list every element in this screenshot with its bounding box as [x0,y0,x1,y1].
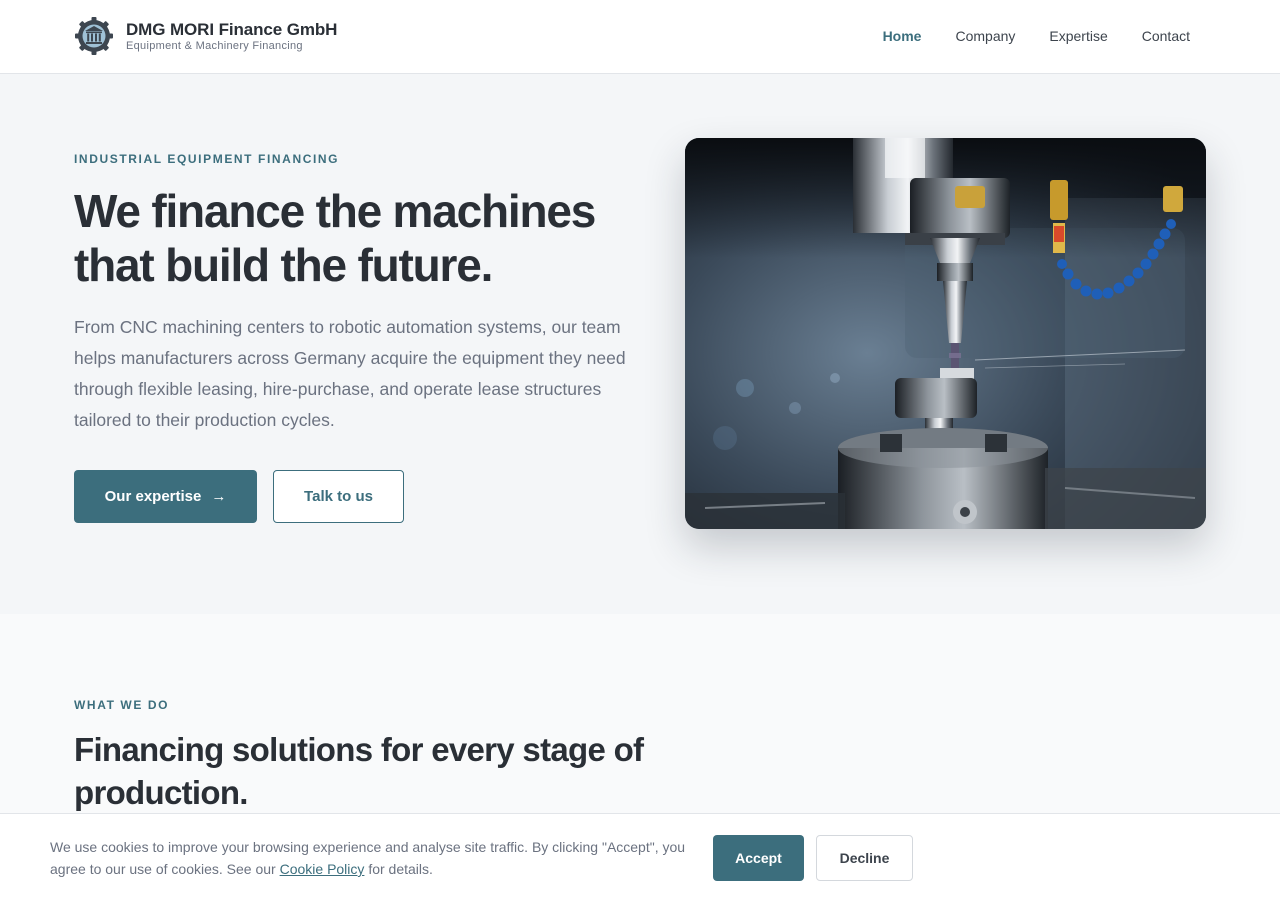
talk-to-us-button[interactable]: Talk to us [273,470,404,523]
hero-title: We finance the machines that build the f… [74,185,596,291]
arrow-right-icon: → [211,488,227,505]
main-nav: Home Company Expertise Contact [883,27,1190,45]
section-title: Financing solutions for every stage of p… [74,731,644,811]
cookie-text-after: for details. [368,861,433,877]
accept-cookies-button[interactable]: Accept [713,835,804,881]
section-eyebrow: WHAT WE DO [74,698,170,712]
brand[interactable]: DMG MORI Finance GmbH Equipment & Machin… [74,16,337,56]
our-expertise-label: Our expertise [104,488,202,505]
hero-section: INDUSTRIAL EQUIPMENT FINANCING We financ… [0,74,1280,614]
site-header: DMG MORI Finance GmbH Equipment & Machin… [0,0,1280,74]
decline-cookies-button[interactable]: Decline [816,835,913,881]
cnc-machine-image [685,138,1206,529]
cookie-banner: We use cookies to improve your browsing … [0,813,1280,900]
nav-contact[interactable]: Contact [1142,27,1190,45]
our-expertise-button[interactable]: Our expertise → [74,470,257,523]
cnc-milling-machine-photo [685,138,1206,529]
hero-description: From CNC machining centers to robotic au… [74,317,626,430]
cookie-text: We use cookies to improve your browsing … [50,836,700,880]
nav-expertise[interactable]: Expertise [1049,27,1107,45]
brand-name: DMG MORI Finance GmbH [126,19,338,39]
gear-pillar-icon [75,17,113,55]
brand-tagline: Equipment & Machinery Financing [126,39,303,52]
nav-home[interactable]: Home [883,27,922,45]
cookie-policy-link[interactable]: Cookie Policy [280,861,365,877]
nav-company[interactable]: Company [955,27,1015,45]
hero-eyebrow: INDUSTRIAL EQUIPMENT FINANCING [74,152,340,166]
